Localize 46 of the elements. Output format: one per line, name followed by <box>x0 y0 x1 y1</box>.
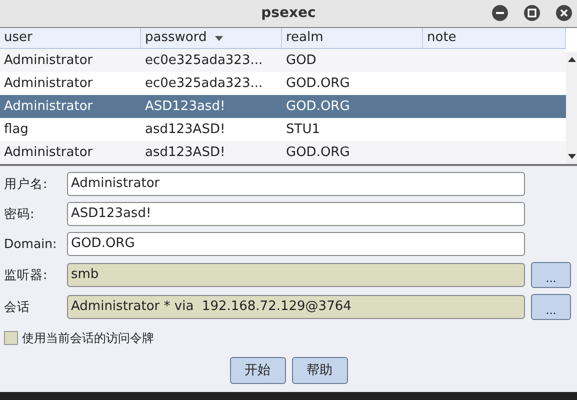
field-label: 密码: <box>4 204 36 223</box>
input-field[interactable]: ASD123asd! <box>67 202 525 226</box>
table-row[interactable]: Administrator ASD123asd! GOD.ORG <box>0 95 566 118</box>
table-row[interactable]: Administrator ec0e325ada323... GOD <box>0 49 566 72</box>
table-cell-text: Administrator <box>3 98 94 116</box>
maximize-icon[interactable] <box>523 4 541 22</box>
scrollbar[interactable] <box>566 52 577 164</box>
checkbox[interactable] <box>4 331 18 345</box>
input-field[interactable]: Administrator * via 192.168.72.129@3764 <box>67 295 525 319</box>
table-cell-text: Administrator <box>3 52 94 70</box>
table-cell-text: ec0e325ada323... <box>144 52 264 70</box>
table-cell-text: asd123ASD! <box>144 144 226 162</box>
table-cell-text: ASD123asd! <box>144 98 226 116</box>
table-cell-text: GOD.ORG <box>285 74 351 93</box>
table-cell-text: flag <box>3 120 30 139</box>
table-cell-text: Administrator <box>3 144 94 162</box>
scroll-up-icon[interactable] <box>568 56 576 62</box>
table-row[interactable]: Administrator asd123ASD! GOD.ORG <box>0 141 566 164</box>
column-header[interactable]: password <box>141 28 282 48</box>
table-cell-text: STU1 <box>285 120 321 139</box>
table-cell-text: GOD.ORG <box>285 98 351 116</box>
browse-button[interactable]: ... <box>531 262 571 288</box>
dialog-button[interactable]: 开始 <box>230 357 286 384</box>
column-header[interactable]: user <box>0 28 141 48</box>
window-title: psexec <box>261 4 316 23</box>
close-icon[interactable] <box>555 4 573 22</box>
table-cell-text: GOD.ORG <box>285 144 351 162</box>
field-label: 用户名: <box>4 174 48 193</box>
table-cell-text: asd123ASD! <box>144 120 226 139</box>
table-cell-text: Administrator <box>3 74 94 93</box>
table-cell-text: ec0e325ada323... <box>144 74 264 93</box>
field-label: 会话 <box>4 298 31 316</box>
input-field[interactable]: smb <box>67 263 525 287</box>
browse-button[interactable]: ... <box>531 294 571 320</box>
column-header[interactable]: note <box>423 28 566 48</box>
field-label: Domain: <box>4 234 58 253</box>
minimize-icon[interactable] <box>491 4 509 22</box>
input-field[interactable]: Administrator <box>67 172 525 196</box>
scroll-down-icon[interactable] <box>568 154 576 160</box>
checkbox-label: 使用当前会话的访问令牌 <box>22 330 154 347</box>
dialog-button[interactable]: 帮助 <box>292 357 348 384</box>
column-header[interactable]: realm <box>282 28 423 48</box>
table-cell-text: GOD <box>285 52 318 70</box>
input-field[interactable]: GOD.ORG <box>67 232 525 256</box>
field-label: 监听器: <box>4 266 48 284</box>
sort-icon <box>214 36 223 40</box>
